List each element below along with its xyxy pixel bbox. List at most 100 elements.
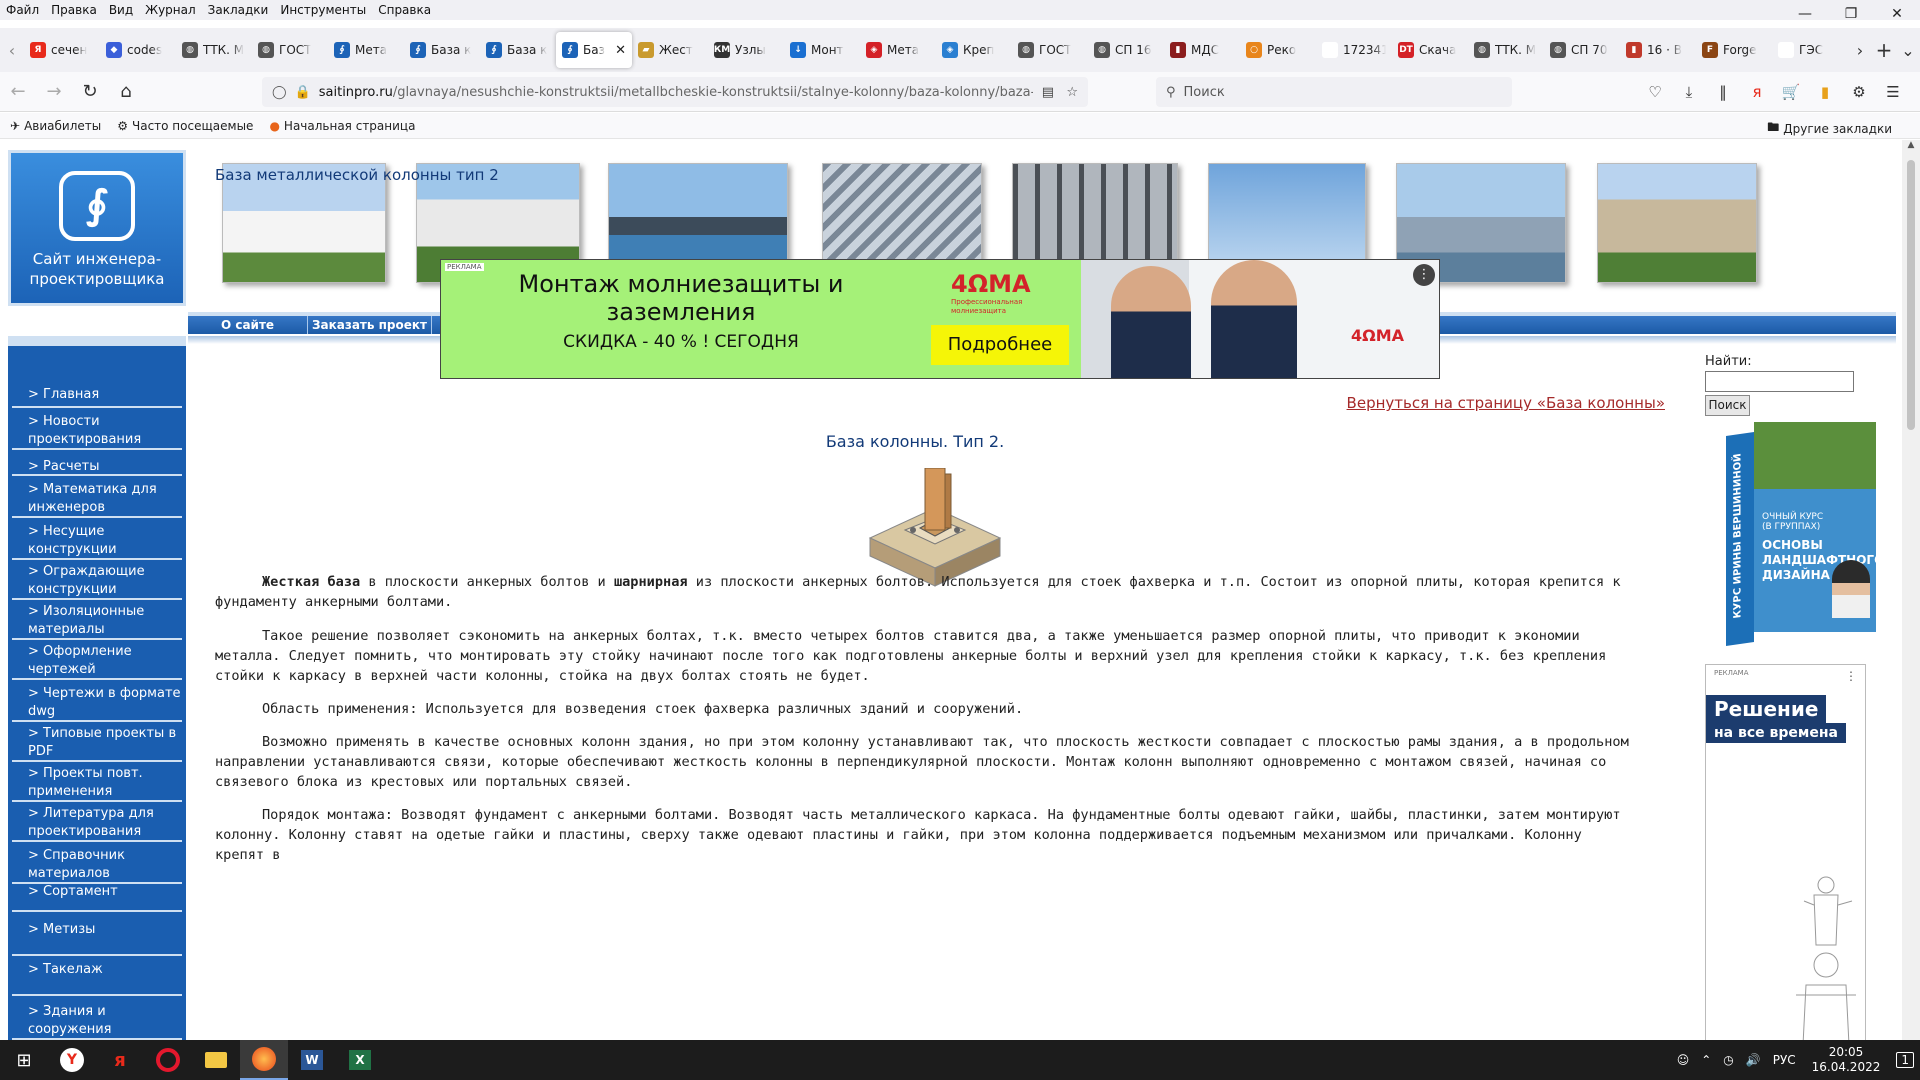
tab-11[interactable]: ◈ Мета: [860, 32, 936, 68]
menu-help[interactable]: Справка: [378, 3, 431, 17]
minimize-button[interactable]: —: [1782, 0, 1828, 28]
menu-file[interactable]: Файл: [6, 3, 39, 17]
url-bar[interactable]: ◯ 🔒 saitinpro.ru /glavnaya/nesushchie-ko…: [262, 77, 1088, 107]
scrollbar-thumb[interactable]: [1907, 160, 1915, 430]
tray-arrow-icon[interactable]: ⌃: [1701, 1053, 1711, 1067]
tab-20[interactable]: ◍ СП 70: [1544, 32, 1620, 68]
top-menu-item[interactable]: О сайте: [188, 316, 308, 334]
sidebar-item[interactable]: > Литература для проектирования: [12, 804, 182, 842]
find-input[interactable]: [1705, 371, 1854, 392]
sidebar-item[interactable]: > Чертежи в формате dwg: [12, 684, 182, 722]
bookmark-start-page[interactable]: ● Начальная страница: [269, 119, 415, 133]
scroll-up-icon[interactable]: ▲: [1902, 140, 1920, 150]
tab-1[interactable]: ◆ codes: [100, 32, 176, 68]
tab-2[interactable]: ◍ ТТК. М: [176, 32, 252, 68]
menu-edit[interactable]: Правка: [51, 3, 97, 17]
tab-14[interactable]: ◍ СП 16: [1088, 32, 1164, 68]
top-menu-item[interactable]: Заказать проект: [308, 316, 432, 334]
network-icon[interactable]: ◷: [1723, 1053, 1733, 1067]
sidebar-item[interactable]: > Типовые проекты в PDF: [12, 724, 182, 762]
other-bookmarks[interactable]: 🖿 Другие закладки: [1767, 118, 1892, 139]
sidebar-item[interactable]: > Метизы: [12, 920, 182, 956]
bookmark-extension-icon[interactable]: ▮: [1808, 83, 1842, 101]
banner-ad[interactable]: РЕКЛАМА Монтаж молниезащиты и заземления…: [440, 259, 1440, 379]
back-link[interactable]: Вернуться на страницу «База колонны»: [1245, 394, 1665, 412]
tab-4[interactable]: ∮ Мета: [328, 32, 404, 68]
tab-10[interactable]: ↓ Монт: [784, 32, 860, 68]
pocket-icon[interactable]: ♡: [1638, 83, 1672, 101]
bookmark-frequent[interactable]: ⚙ Часто посещаемые: [117, 119, 253, 133]
taskbar-yandex[interactable]: я: [96, 1040, 144, 1080]
sidebar-item[interactable]: > Несущие конструкции: [12, 522, 182, 560]
sidebar-item[interactable]: > Здания и сооружения: [12, 1002, 182, 1040]
sidebar-item[interactable]: > Математика для инженеров: [12, 480, 182, 518]
tab-15[interactable]: ▮ МДС: [1164, 32, 1240, 68]
search-field[interactable]: ⚲ Поиск: [1156, 77, 1512, 107]
start-button[interactable]: ⊞: [0, 1040, 48, 1080]
back-icon[interactable]: ←: [0, 81, 36, 102]
tab-22[interactable]: F Forge: [1696, 32, 1772, 68]
forward-icon[interactable]: →: [36, 81, 72, 102]
sidebar-item[interactable]: > Сортамент: [12, 882, 182, 912]
tab-7[interactable]: ∮ Баз ✕: [556, 32, 632, 68]
taskbar-excel[interactable]: X: [336, 1040, 384, 1080]
taskbar-explorer[interactable]: [192, 1040, 240, 1080]
tab-17[interactable]: 1723413.р: [1316, 32, 1392, 68]
taskbar-opera[interactable]: [144, 1040, 192, 1080]
yandex-extension-icon[interactable]: я: [1740, 83, 1774, 101]
volume-icon[interactable]: 🔊: [1746, 1053, 1761, 1067]
close-window-button[interactable]: ✕: [1874, 0, 1920, 28]
restore-button[interactable]: ❐: [1828, 0, 1874, 28]
sidebar-item[interactable]: > Изоляционные материалы: [12, 602, 182, 640]
tab-12[interactable]: ◈ Креп: [936, 32, 1012, 68]
app-menu-icon[interactable]: ☰: [1876, 83, 1910, 101]
tab-23[interactable]: ГЭС: [1772, 32, 1848, 68]
shield-icon[interactable]: ◯: [272, 85, 287, 100]
tab-6[interactable]: ∮ База к: [480, 32, 556, 68]
sidebar-item[interactable]: > Главная: [12, 382, 182, 408]
bookmark-aviabilety[interactable]: ✈ Авиабилеты: [10, 119, 101, 133]
menu-history[interactable]: Журнал: [145, 3, 196, 17]
side-ad[interactable]: РЕКЛАМА ⋮ Решение на все времена: [1705, 664, 1866, 1040]
menu-tools[interactable]: Инструменты: [280, 3, 366, 17]
sidebar-item[interactable]: > Новости проектирования: [12, 412, 182, 450]
menu-bookmarks[interactable]: Закладки: [208, 3, 269, 17]
tab-19[interactable]: ◍ ТТК. М: [1468, 32, 1544, 68]
downloads-icon[interactable]: ⤓: [1672, 83, 1706, 101]
close-tab-icon[interactable]: ✕: [615, 43, 626, 58]
sidebar-item[interactable]: > Расчеты: [12, 454, 182, 476]
sidebar-item[interactable]: > Оформление чертежей: [12, 642, 182, 680]
notification-icon[interactable]: 1: [1896, 1052, 1914, 1068]
ad-cta-button[interactable]: Подробнее: [931, 325, 1069, 365]
library-icon[interactable]: ‖: [1706, 83, 1740, 101]
cart-icon[interactable]: 🛒: [1774, 83, 1808, 101]
taskbar-firefox[interactable]: [240, 1040, 288, 1080]
menu-view[interactable]: Вид: [109, 3, 133, 17]
list-tabs-icon[interactable]: ⌄: [1896, 41, 1920, 60]
home-icon[interactable]: ⌂: [108, 81, 144, 102]
taskbar-yandex-browser[interactable]: Y: [48, 1040, 96, 1080]
tab-16[interactable]: ○ Реко: [1240, 32, 1316, 68]
language-indicator[interactable]: РУС: [1773, 1053, 1796, 1067]
reader-view-icon[interactable]: ▤: [1042, 85, 1054, 100]
landscape-course-ad[interactable]: КУРС ИРИНЫ ВЕРШИНИНОЙ ОЧНЫЙ КУРС (В ГРУП…: [1720, 422, 1884, 646]
reload-icon[interactable]: ↻: [72, 81, 108, 102]
new-tab-icon[interactable]: +: [1872, 38, 1896, 62]
scroll-tabs-left-icon[interactable]: ‹: [0, 41, 24, 60]
tab-8[interactable]: ▰ Жест: [632, 32, 708, 68]
sidebar-item[interactable]: > Такелаж: [12, 960, 182, 996]
ad-info-icon[interactable]: ⋮: [1413, 264, 1435, 286]
site-logo[interactable]: ∮ Сайт инженера-проектировщика: [8, 150, 186, 306]
tab-13[interactable]: ◍ ГОСТ: [1012, 32, 1088, 68]
ad-menu-icon[interactable]: ⋮: [1845, 669, 1857, 683]
tab-9[interactable]: КМ Узлы: [708, 32, 784, 68]
tab-21[interactable]: ▮ 16 · В: [1620, 32, 1696, 68]
tab-0[interactable]: Ясечен: [24, 32, 100, 68]
page-scrollbar[interactable]: ▲: [1902, 140, 1920, 1040]
tab-3[interactable]: ◍ ГОСТ: [252, 32, 328, 68]
sidebar-item[interactable]: > Справочник материалов: [12, 846, 182, 884]
sidebar-item[interactable]: > Ограждающие конструкции: [12, 562, 182, 600]
tab-5[interactable]: ∮ База к: [404, 32, 480, 68]
people-icon[interactable]: ☺: [1677, 1053, 1690, 1067]
extension-icon[interactable]: ⚙: [1842, 83, 1876, 101]
